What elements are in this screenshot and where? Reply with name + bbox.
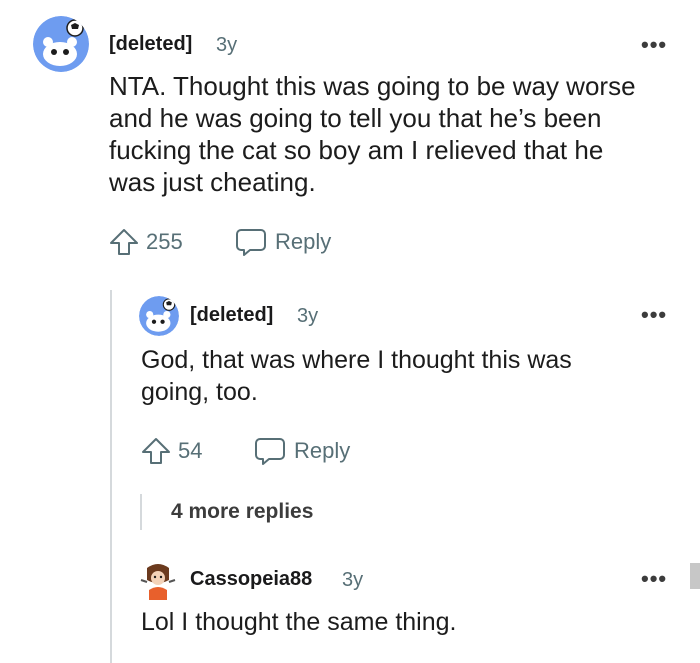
reply-bubble-icon — [236, 229, 266, 256]
comment-age: 3y — [216, 34, 238, 56]
comment-line: God, that was where I thought this was — [141, 346, 572, 374]
comment-line: NTA. Thought this was going to be way wo… — [109, 71, 636, 101]
username[interactable]: [deleted] — [190, 304, 273, 327]
upvote-count: 255 — [146, 229, 183, 254]
more-options-icon[interactable]: ••• — [641, 304, 667, 326]
comment-line: going, too. — [141, 378, 258, 406]
more-options-icon[interactable]: ••• — [641, 34, 667, 56]
username[interactable]: Cassopeia88 — [190, 568, 312, 591]
reply-label: Reply — [294, 438, 351, 463]
comment-line: was just cheating. — [109, 167, 316, 197]
avatar-icon[interactable] — [139, 296, 179, 336]
more-options-icon[interactable]: ••• — [641, 568, 667, 590]
upvote-button[interactable]: 255 — [108, 226, 183, 258]
comment-body: Lol I thought the same thing. — [141, 606, 457, 638]
comment-body: God, that was where I thought this was g… — [141, 344, 572, 408]
upvote-button[interactable]: 54 — [140, 435, 202, 467]
reply-button[interactable]: Reply — [254, 435, 350, 467]
comment-2: [deleted] 3y ••• God, that was where I t… — [0, 270, 700, 530]
comment-line: Lol I thought the same thing. — [141, 608, 457, 636]
more-replies-line — [140, 494, 142, 530]
comment-body: NTA. Thought this was going to be way wo… — [109, 70, 636, 198]
comment-1: [deleted] 3y ••• NTA. Thought this was g… — [0, 0, 700, 270]
more-replies-link[interactable]: 4 more replies — [171, 500, 313, 524]
comment-age: 3y — [297, 305, 319, 327]
comment-age: 3y — [342, 569, 364, 591]
upvote-arrow-icon — [142, 438, 170, 464]
upvote-count: 54 — [178, 438, 203, 463]
upvote-arrow-icon — [110, 229, 138, 255]
username[interactable]: [deleted] — [109, 33, 192, 56]
reply-button[interactable]: Reply — [235, 226, 331, 258]
user-avatar-icon[interactable] — [137, 560, 179, 602]
reply-label: Reply — [275, 229, 332, 254]
comment-3: Cassopeia88 3y ••• Lol I thought the sam… — [0, 550, 700, 663]
scrollbar[interactable] — [690, 563, 700, 589]
comment-line: fucking the cat so boy am I relieved tha… — [109, 135, 604, 165]
avatar-icon[interactable] — [33, 16, 89, 72]
comment-line: and he was going to tell you that he’s b… — [109, 103, 602, 133]
reply-bubble-icon — [255, 438, 285, 465]
